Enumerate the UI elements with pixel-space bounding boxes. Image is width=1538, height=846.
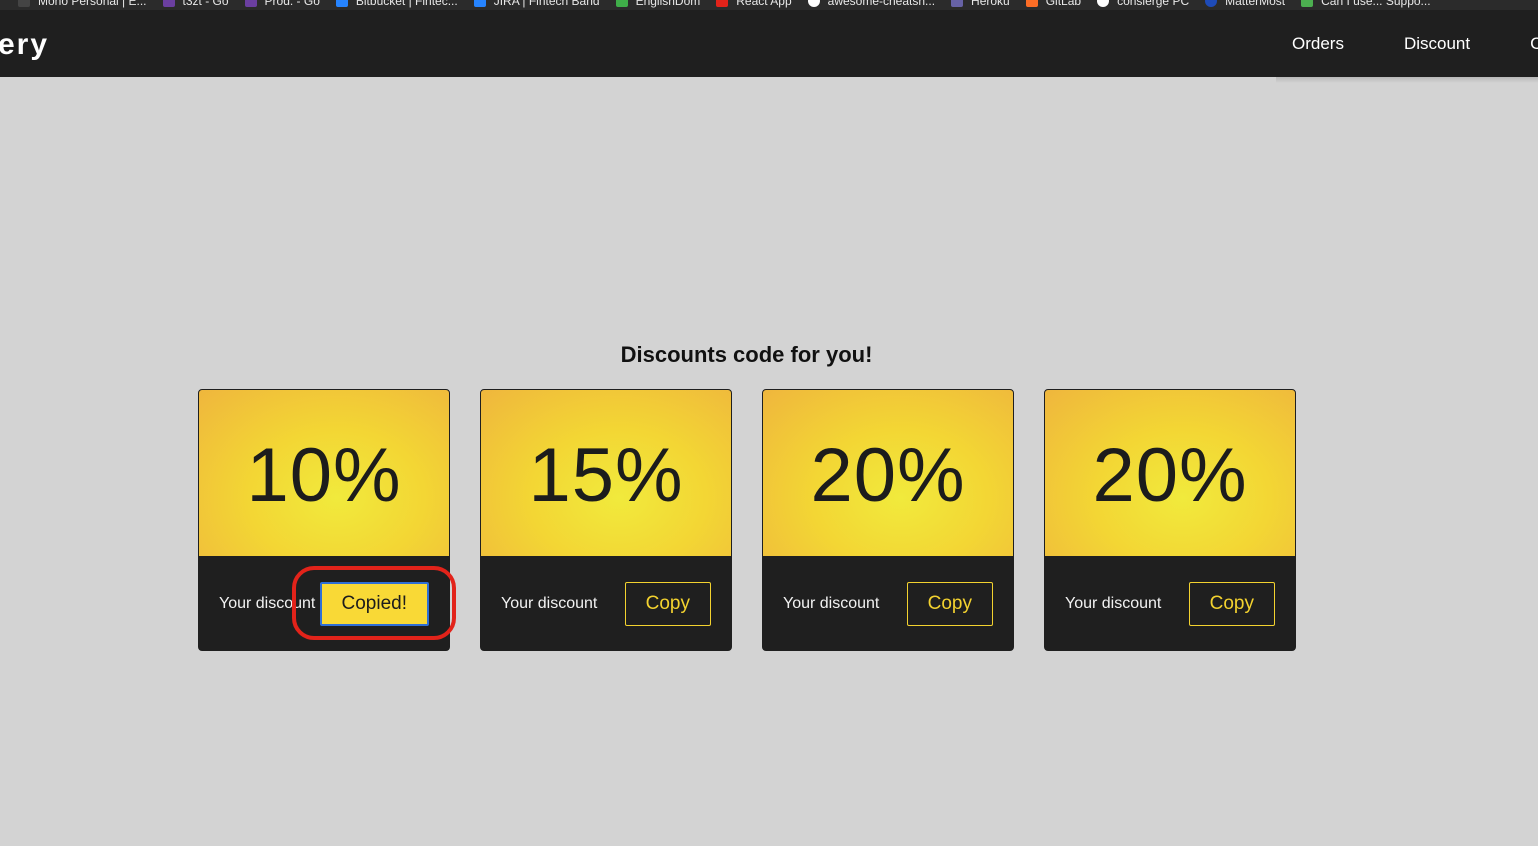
discount-caption: Your discount: [783, 594, 880, 612]
go-play-icon: [244, 0, 257, 7]
bookmark-label: GitLab: [1045, 0, 1082, 8]
bookmark-label: Bitbucket | Fintec...: [355, 0, 458, 8]
discount-card-banner: 10%: [199, 390, 449, 556]
discount-card-footer: Your discount Copied!: [199, 556, 449, 650]
discount-caption: Your discount: [1065, 594, 1162, 612]
bookmark-label: Heroku: [971, 0, 1010, 8]
gitlab-icon: [1025, 0, 1038, 7]
bookmark-item[interactable]: consierge PC: [1097, 0, 1189, 8]
bookmark-item[interactable]: GitLab: [1025, 0, 1082, 8]
page-title: Discounts code for you!: [620, 342, 873, 367]
discount-card-footer: Your discount Copy: [1045, 556, 1295, 650]
bookmark-item[interactable]: JIRA | Fintech Band: [473, 0, 600, 8]
brand-logo-text[interactable]: ery: [0, 28, 49, 62]
bookmark-label: Mono Personal | E...: [38, 0, 147, 8]
bookmark-item[interactable]: EnglishDom: [615, 0, 701, 8]
bitbucket-icon: [335, 0, 348, 7]
discount-card-footer: Your discount Copy: [481, 556, 731, 650]
discount-caption: Your discount: [219, 594, 316, 612]
nav-link-orders[interactable]: Orders: [1262, 34, 1374, 54]
copy-button[interactable]: Copy: [624, 581, 711, 626]
discount-card-banner: 20%: [1045, 390, 1295, 556]
nav-links: Orders Discount C: [1262, 10, 1538, 77]
bookmark-item[interactable]: Bitbucket | Fintec...: [335, 0, 458, 8]
discount-card-banner: 20%: [763, 390, 1013, 556]
bookmark-label: Prod. - Go: [264, 0, 320, 8]
bookmark-item[interactable]: MatterMost: [1205, 0, 1285, 8]
discount-card-banner: 15%: [481, 390, 731, 556]
bookmark-label: EnglishDom: [635, 0, 701, 8]
bookmarks-bar: Mono Personal | E... t3zt - Go Prod. - G…: [0, 0, 1538, 10]
discount-percent: 15%: [528, 432, 684, 518]
react-app-icon: [716, 0, 729, 7]
copy-button[interactable]: Copy: [906, 581, 993, 626]
nav-link-discount[interactable]: Discount: [1374, 34, 1500, 54]
bookmark-label: Can I use... Suppo...: [1321, 0, 1431, 8]
mono-icon: [18, 0, 30, 7]
bookmark-label: awesome-cheatsh...: [827, 0, 936, 8]
go-play-icon: [162, 0, 175, 7]
bookmark-item[interactable]: React App: [716, 0, 792, 8]
discount-percent: 10%: [246, 432, 402, 518]
bookmark-item[interactable]: Heroku: [951, 0, 1010, 8]
bookmark-item[interactable]: Prod. - Go: [244, 0, 320, 8]
bookmark-label: t3zt - Go: [182, 0, 229, 8]
bookmark-item[interactable]: t3zt - Go: [162, 0, 229, 8]
discount-card: 20% Your discount Copy: [1044, 389, 1296, 651]
bookmark-item[interactable]: Can I use... Suppo...: [1301, 0, 1431, 8]
discount-cards: 10% Your discount Copied! 15% Your disco…: [198, 389, 1296, 651]
copy-button[interactable]: Copy: [1188, 581, 1275, 626]
jira-icon: [473, 0, 486, 7]
copy-button[interactable]: Copied!: [319, 581, 429, 626]
discount-caption: Your discount: [501, 594, 598, 612]
discount-percent: 20%: [810, 432, 966, 518]
discount-card: 15% Your discount Copy: [480, 389, 732, 651]
github-icon: [807, 0, 820, 7]
mattermost-icon: [1205, 0, 1218, 7]
heroku-icon: [951, 0, 964, 7]
bookmark-label: consierge PC: [1117, 0, 1190, 8]
nav-dropdown-shadow: [1276, 77, 1538, 83]
englishdom-icon: [615, 0, 628, 7]
bookmark-label: MatterMost: [1225, 0, 1286, 8]
bookmark-item[interactable]: Mono Personal | E...: [18, 0, 147, 8]
discount-card: 20% Your discount Copy: [762, 389, 1014, 651]
discount-percent: 20%: [1092, 432, 1248, 518]
nav-link-truncated[interactable]: C: [1500, 34, 1538, 54]
bookmark-label: JIRA | Fintech Band: [493, 0, 600, 8]
bookmark-item[interactable]: awesome-cheatsh...: [807, 0, 936, 8]
navbar: ery Orders Discount C: [0, 10, 1538, 77]
bookmark-label: React App: [736, 0, 792, 8]
concierge-icon: [1097, 0, 1110, 7]
bookmarks-row: Mono Personal | E... t3zt - Go Prod. - G…: [0, 0, 1447, 9]
caniuse-icon: [1301, 0, 1314, 7]
discount-card-footer: Your discount Copy: [763, 556, 1013, 650]
discount-card: 10% Your discount Copied!: [198, 389, 450, 651]
